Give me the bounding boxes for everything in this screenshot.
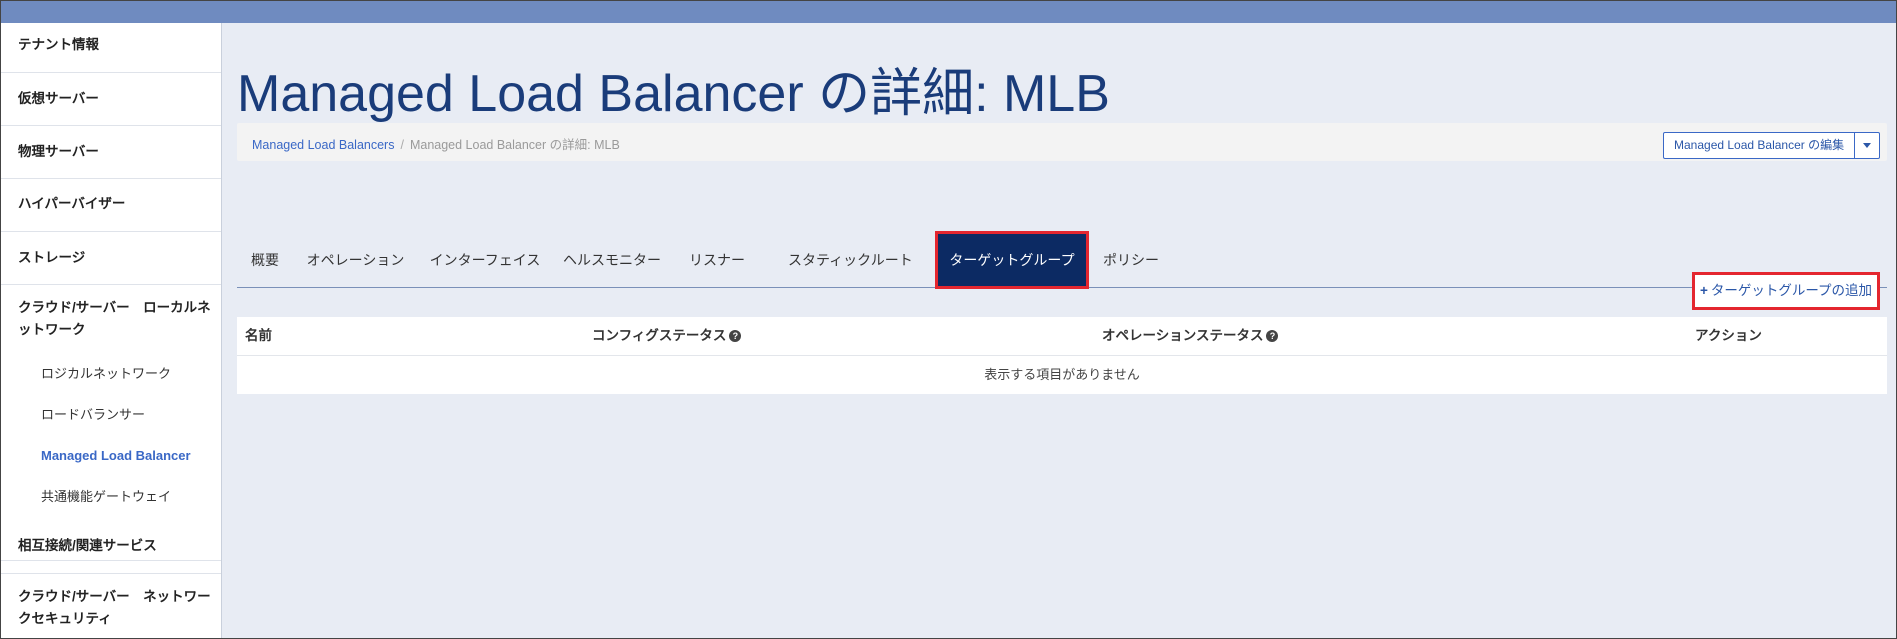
plus-icon: +: [1699, 283, 1708, 298]
sidebar-item-label: 仮想サーバー: [18, 91, 99, 106]
sidebar-item-label: テナント情報: [18, 37, 99, 52]
sidebar-item-label: ットワーク: [18, 322, 86, 337]
sidebar-item-label: クラウド/サーバー ネットワー: [18, 589, 211, 604]
sidebar-subitem-load-balancer[interactable]: ロードバランサー: [41, 406, 145, 424]
sidebar-item-cloud-network-security[interactable]: クラウド/サーバー ネットワー クセキュリティ: [1, 574, 221, 638]
breadcrumb: Managed Load Balancers / Managed Load Bala…: [252, 134, 620, 153]
sidebar-item-virtual-server[interactable]: 仮想サーバー: [1, 73, 221, 126]
sidebar-subitem-logical-network[interactable]: ロジカルネットワーク: [41, 365, 171, 383]
breadcrumb-current: Managed Load Balancer の詳細: MLB: [409, 138, 620, 152]
column-header-operation-status[interactable]: オペレーションステータス?: [1102, 317, 1279, 355]
breadcrumb-separator: /: [400, 138, 404, 152]
sidebar: テナント情報 仮想サーバー 物理サーバー ハイパーバイザー ストレージ クラウド…: [1, 23, 222, 638]
sidebar-item-label: 物理サーバー: [18, 144, 99, 159]
sidebar-subitem-common-function-gateway[interactable]: 共通機能ゲートウェイ: [41, 488, 171, 506]
sidebar-item-label: ハイパーバイザー: [18, 196, 126, 211]
breadcrumb-link-managed-load-balancers[interactable]: Managed Load Balancers: [252, 138, 394, 152]
sidebar-item-storage[interactable]: ストレージ: [1, 232, 221, 285]
page-title: Managed Load Balancer の詳細: MLB: [237, 65, 1110, 123]
sidebar-subitem-managed-load-balancer[interactable]: Managed Load Balancer: [41, 447, 191, 465]
top-bar: [1, 1, 1896, 23]
add-target-group-button[interactable]: + ターゲットグループの追加: [1692, 272, 1880, 310]
sidebar-item-label: 相互接続/関連サービス: [18, 538, 157, 553]
caret-down-icon: [1863, 143, 1872, 148]
sidebar-item-tenant-info[interactable]: テナント情報: [1, 23, 221, 73]
edit-options-dropdown-button[interactable]: [1855, 132, 1881, 159]
tab-health-monitor[interactable]: ヘルスモニター: [557, 234, 667, 286]
tab-static-route[interactable]: スタティックルート: [788, 234, 913, 286]
column-header-action: アクション: [1695, 328, 1762, 343]
column-header-label: コンフィグステータス: [592, 328, 727, 343]
tab-listener[interactable]: リスナー: [685, 234, 749, 286]
detail-tabs: 概要 オペレーション インターフェイス ヘルスモニター リスナー スタティックル…: [237, 211, 1887, 289]
column-header-label: オペレーションステータス: [1102, 328, 1264, 343]
tab-overview[interactable]: 概要: [237, 234, 293, 286]
breadcrumb-bar: Managed Load Balancers / Managed Load Bala…: [237, 123, 1887, 161]
question-circle-icon[interactable]: ?: [1266, 330, 1279, 343]
sidebar-item-interconnect[interactable]: 相互接続/関連サービス: [1, 521, 221, 574]
sidebar-item-physical-server[interactable]: 物理サーバー: [1, 126, 221, 179]
column-header-name[interactable]: 名前: [245, 317, 272, 355]
add-target-group-label: ターゲットグループの追加: [1710, 283, 1873, 298]
edit-mlb-button[interactable]: Managed Load Balancer の編集: [1663, 132, 1856, 159]
app-window: テナント情報 仮想サーバー 物理サーバー ハイパーバイザー ストレージ クラウド…: [0, 0, 1897, 639]
edit-button-group: Managed Load Balancer の編集: [1663, 132, 1881, 159]
tab-policy[interactable]: ポリシー: [1099, 234, 1163, 286]
sidebar-item-label: クラウド/サーバー ローカルネ: [18, 300, 211, 315]
main-content: Managed Load Balancer の詳細: MLB Managed L…: [222, 23, 1896, 638]
sidebar-item-label: ストレージ: [18, 250, 86, 265]
sidebar-item-label: クセキュリティ: [18, 611, 112, 626]
tab-interface[interactable]: インターフェイス: [425, 234, 545, 286]
tab-target-group[interactable]: ターゲットグループ: [935, 231, 1089, 289]
tab-operation[interactable]: オペレーション: [304, 234, 407, 286]
empty-table-message: 表示する項目がありません: [984, 367, 1140, 382]
target-group-table: 名前 コンフィグステータス? オペレーションステータス? アクション 表示する項…: [237, 317, 1887, 394]
column-header-config-status[interactable]: コンフィグステータス?: [592, 317, 742, 355]
table-header-row: 名前 コンフィグステータス? オペレーションステータス? アクション: [237, 317, 1887, 356]
sidebar-item-hypervisor[interactable]: ハイパーバイザー: [1, 179, 221, 232]
question-circle-icon[interactable]: ?: [729, 330, 742, 343]
